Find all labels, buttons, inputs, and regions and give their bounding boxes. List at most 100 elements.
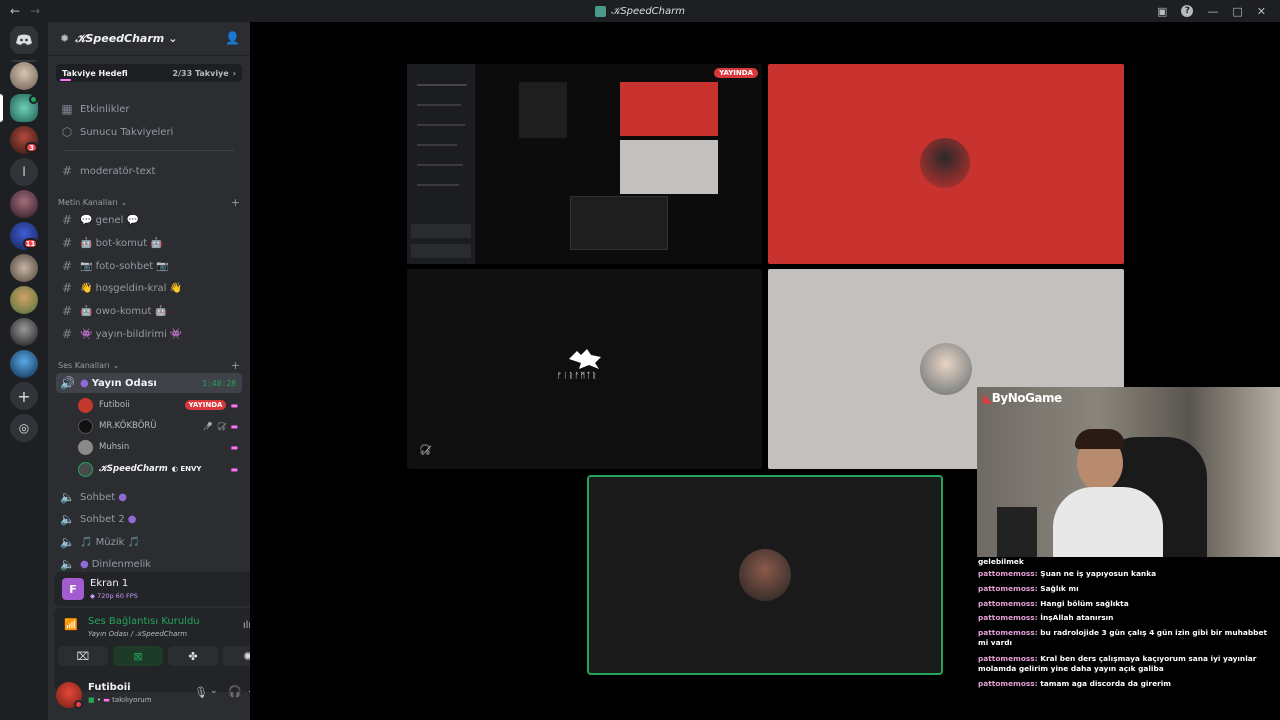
- chevron-down-icon: ⌄: [168, 32, 178, 45]
- voice-user[interactable]: MR.KÖKBÖRÜ 🎤̸ 🎧̸ ▬: [78, 417, 242, 435]
- add-server-icon[interactable]: +: [10, 382, 38, 410]
- game-icon: ▬: [230, 464, 238, 474]
- add-channel-icon[interactable]: +: [231, 196, 240, 209]
- speaker-icon: 🔈: [60, 535, 75, 549]
- discover-icon[interactable]: ◎: [10, 414, 38, 442]
- server-boosts-item[interactable]: ⬡ Sunucu Takviyeleri: [56, 122, 242, 142]
- user-status-text: takılıyorum: [112, 696, 152, 704]
- add-channel-icon[interactable]: +: [231, 359, 240, 372]
- server-icon-l[interactable]: l: [10, 158, 38, 186]
- microphone-icon[interactable]: 🎙: [194, 686, 208, 699]
- voice-user[interactable]: Futiboii YAYINDA ▬: [78, 396, 242, 414]
- channel-hosgeldin-kral[interactable]: # 👋 hoşgeldin-kral 👋: [56, 278, 242, 298]
- chat-overlay: gelebilmek pattomemoss: Şuan ne iş yapıy…: [977, 557, 1280, 697]
- channel-yayin-bildirimi[interactable]: # 👾 yayın-bildirimi 👾: [56, 324, 242, 344]
- headphones-icon[interactable]: 🎧: [228, 685, 242, 698]
- nested-tile: [519, 82, 567, 138]
- server-icon-9[interactable]: [10, 350, 38, 378]
- screen-share-button[interactable]: ⊠: [113, 646, 163, 666]
- nested-line: [417, 164, 463, 166]
- help-icon[interactable]: ?: [1181, 5, 1194, 17]
- camera-off-button[interactable]: ⌧: [58, 646, 108, 666]
- server-icon-1[interactable]: [10, 62, 38, 90]
- maximize-icon[interactable]: □: [1232, 5, 1242, 18]
- voice-channel-muzik[interactable]: 🔈 🎵 Müzik 🎵: [56, 532, 242, 552]
- chevron-down-icon: ⌄: [112, 361, 120, 370]
- channel-label: 🤖 bot-komut 🤖: [80, 237, 163, 249]
- channel-owo-komut[interactable]: # 🤖 owo-komut 🤖: [56, 301, 242, 321]
- participant-avatar: [920, 138, 970, 188]
- game-icon: ▬: [230, 442, 238, 452]
- participant-tile-speaking[interactable]: [587, 475, 943, 675]
- events-item[interactable]: ▦ Etkinlikler: [56, 99, 242, 119]
- voice-user-name: Muhsin: [99, 442, 130, 452]
- speaker-icon: 🔈: [60, 512, 75, 526]
- chat-message: pattomemoss: Sağlık mı: [978, 584, 1278, 594]
- game-icon: ▬: [230, 421, 238, 431]
- voice-user[interactable]: Muhsin ▬: [78, 438, 242, 456]
- minimize-icon[interactable]: —: [1207, 5, 1218, 18]
- stream-tile[interactable]: YAYINDA: [407, 64, 762, 264]
- voice-location[interactable]: Yayın Odası / 𝒦SpeedCharm: [88, 630, 187, 639]
- nested-line: [417, 124, 465, 126]
- server-icon-7[interactable]: [10, 286, 38, 314]
- channel-sidebar: ✹ 𝒦SpeedCharm ⌄ 👤 Takviye Hedefi 2/33 Ta…: [48, 22, 292, 720]
- voice-category[interactable]: Ses Kanalları ⌄ +: [58, 359, 240, 372]
- server-icon-8[interactable]: [10, 318, 38, 346]
- voice-channel-sohbet-2[interactable]: 🔈 Sohbet 2 ●: [56, 509, 242, 529]
- nested-line: [417, 144, 457, 146]
- voice-channel-dinlenmelik[interactable]: 🔈 ● Dinlenmelik: [56, 554, 242, 574]
- channel-bot-komut[interactable]: # 🤖 bot-komut 🤖: [56, 233, 242, 253]
- voice-timer: 1:48:28: [202, 378, 236, 388]
- invite-people-icon[interactable]: 👤: [225, 31, 240, 45]
- server-name: 𝒦SpeedCharm: [75, 31, 165, 45]
- back-arrow-icon[interactable]: ←: [10, 4, 20, 18]
- text-category[interactable]: Metin Kanalları ⌄ +: [58, 196, 240, 209]
- camera-off-icon: ⌧: [76, 649, 90, 663]
- user-status[interactable]: ■ • ▬ takılıyorum: [88, 696, 152, 704]
- nested-sidebar: [407, 64, 475, 264]
- voice-user-name: 𝒦SpeedCharm: [99, 464, 168, 474]
- server-list: 3 l 11 + ◎: [0, 22, 48, 720]
- discord-home-icon[interactable]: [10, 26, 38, 54]
- screen-thumbnail: F: [62, 578, 84, 600]
- voice-status[interactable]: Ses Bağlantısı Kuruldu: [88, 616, 200, 627]
- notification-badge: 11: [23, 238, 38, 249]
- chevron-down-icon[interactable]: ⌄: [210, 686, 218, 696]
- user-name[interactable]: Futiboii: [88, 682, 131, 693]
- participant-tile-1[interactable]: [768, 64, 1124, 264]
- channel-label: 👾 yayın-bildirimi 👾: [80, 328, 183, 340]
- boost-goal-bar[interactable]: Takviye Hedefi 2/33 Takviye ›: [56, 64, 242, 82]
- channel-moderator-text[interactable]: # moderatör-text: [56, 161, 242, 181]
- channel-label: 💬 genel 💬: [80, 214, 140, 226]
- voice-user[interactable]: 𝒦SpeedCharm ◐ ENVY ▬: [78, 460, 242, 478]
- channel-genel[interactable]: # 💬 genel 💬: [56, 210, 242, 230]
- close-icon[interactable]: ✕: [1257, 5, 1266, 18]
- activities-button[interactable]: ✤: [168, 646, 218, 666]
- streamer-shirt: [1053, 487, 1163, 557]
- chevron-down-icon: ⌄: [120, 198, 128, 207]
- emoji-icon: ●: [80, 377, 89, 389]
- channel-foto-sohbet[interactable]: # 📷 foto-sohbet 📷: [56, 256, 242, 276]
- forward-arrow-icon[interactable]: →: [30, 4, 40, 18]
- guild-tag-text: ENVY: [180, 465, 202, 473]
- voice-user-indicators: ▬: [230, 465, 238, 474]
- participant-tile-2[interactable]: ᚠᛁᚱᚨᛗᛏᚱ 🎧̸: [407, 269, 762, 469]
- server-gear-icon: ✹: [60, 32, 70, 45]
- emoji-icon: ●: [127, 513, 137, 525]
- server-header[interactable]: ✹ 𝒦SpeedCharm ⌄ 👤: [48, 22, 250, 56]
- voice-channel-sohbet[interactable]: 🔈 Sohbet ●: [56, 487, 242, 507]
- window-title-text: 𝒦SpeedCharm: [611, 5, 685, 17]
- voice-channel-label: Sohbet: [80, 491, 116, 503]
- nested-dark-tile: [570, 196, 668, 250]
- live-badge: YAYINDA: [184, 400, 227, 410]
- server-icon-6[interactable]: [10, 254, 38, 282]
- boost-icon: ◆: [90, 592, 95, 600]
- voice-channel-yayin-odasi[interactable]: 🔊 ● Yayın Odası 1:48:28: [56, 373, 242, 393]
- participant-avatar: [739, 549, 791, 601]
- screen-quality: ◆ 720p 60 FPS: [90, 592, 138, 600]
- server-icon-4[interactable]: [10, 190, 38, 218]
- avatar: [78, 439, 93, 455]
- inbox-icon[interactable]: ▣: [1157, 5, 1167, 18]
- voice-user-indicators: ▬: [230, 443, 238, 452]
